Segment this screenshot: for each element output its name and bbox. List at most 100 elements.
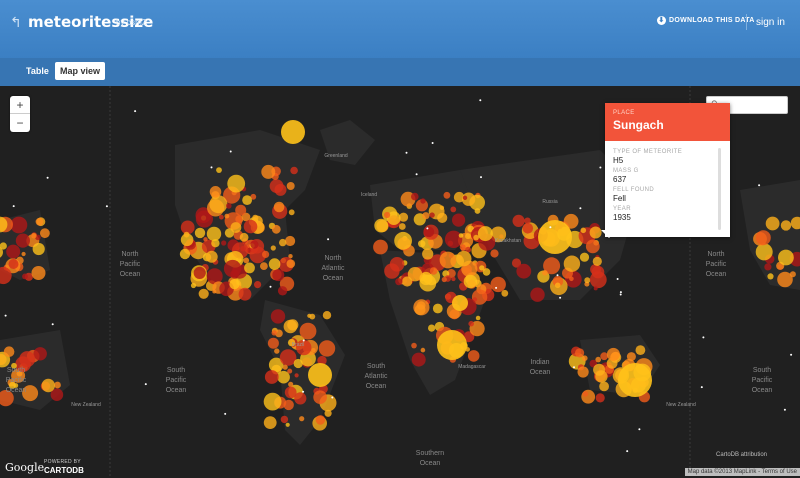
meteorite-marker[interactable] [235, 204, 247, 216]
meteorite-marker[interactable] [284, 386, 297, 399]
meteorite-marker[interactable] [194, 227, 206, 239]
sign-in-link[interactable]: sign in [756, 17, 785, 28]
meteorite-marker[interactable] [285, 422, 290, 427]
meteorite-marker[interactable] [584, 277, 591, 284]
meteorite-marker[interactable] [252, 214, 259, 221]
meteorite-marker[interactable] [193, 266, 206, 279]
meteorite-marker[interactable] [394, 231, 412, 250]
meteorite-marker-small[interactable] [495, 286, 498, 289]
meteorite-marker[interactable] [271, 330, 277, 336]
meteorite-marker[interactable] [582, 391, 589, 397]
tab-map-view[interactable]: Map view [55, 62, 105, 80]
meteorite-marker[interactable] [450, 206, 457, 213]
meteorite-marker[interactable] [422, 212, 430, 220]
meteorite-marker[interactable] [538, 220, 572, 254]
meteorite-marker-small[interactable] [224, 412, 227, 415]
meteorite-marker-small[interactable] [616, 278, 619, 280]
meteorite-marker[interactable] [229, 279, 240, 290]
meteorite-marker[interactable] [428, 324, 436, 332]
meteorite-marker[interactable] [407, 267, 423, 282]
meteorite-marker[interactable] [209, 186, 222, 198]
meteorite-marker[interactable] [501, 289, 509, 297]
meteorite-marker-small[interactable] [638, 428, 641, 431]
meteorite-marker[interactable] [373, 239, 388, 255]
meteorite-marker-small[interactable] [702, 336, 705, 339]
meteorite-marker[interactable] [203, 237, 208, 242]
author-byline[interactable]: by osm2 [116, 18, 146, 27]
meteorite-marker[interactable] [223, 259, 242, 278]
meteorite-marker[interactable] [432, 303, 443, 314]
meteorite-marker-small[interactable] [579, 207, 582, 210]
meteorite-marker-small[interactable] [51, 323, 54, 326]
meteorite-marker-small[interactable] [229, 150, 232, 153]
meteorite-marker-small[interactable] [700, 386, 703, 389]
meteorite-marker-small[interactable] [626, 450, 629, 453]
cartodb-attribution-link[interactable]: CartoDB attribution [716, 452, 767, 458]
meteorite-marker[interactable] [262, 250, 270, 258]
meteorite-marker-small[interactable] [426, 227, 429, 230]
meteorite-marker[interactable] [482, 268, 491, 276]
meteorite-marker[interactable] [589, 226, 602, 239]
meteorite-marker[interactable] [599, 381, 609, 392]
meteorite-marker[interactable] [395, 278, 403, 286]
meteorite-marker-small[interactable] [210, 166, 213, 169]
meteorite-marker[interactable] [198, 288, 209, 299]
meteorite-marker[interactable] [473, 234, 479, 241]
meteorite-marker[interactable] [437, 212, 448, 223]
meteorite-marker[interactable] [263, 416, 277, 429]
meteorite-marker[interactable] [780, 220, 792, 231]
meteorite-marker[interactable] [767, 273, 774, 280]
meteorite-marker[interactable] [474, 208, 481, 214]
meteorite-marker-small[interactable] [790, 353, 793, 356]
meteorite-marker-small[interactable] [46, 176, 49, 179]
meteorite-marker[interactable] [475, 315, 481, 321]
meteorite-marker[interactable] [755, 230, 771, 246]
meteorite-marker[interactable] [569, 276, 574, 282]
meteorite-marker[interactable] [206, 226, 222, 242]
meteorite-marker[interactable] [530, 287, 545, 302]
meteorite-marker[interactable] [0, 242, 7, 250]
meteorite-marker[interactable] [21, 251, 26, 257]
meteorite-marker[interactable] [280, 415, 289, 424]
meteorite-marker[interactable] [554, 282, 561, 289]
meteorite-marker[interactable] [459, 244, 466, 251]
meteorite-marker[interactable] [463, 274, 478, 289]
meteorite-marker[interactable] [765, 216, 780, 231]
meteorite-marker[interactable] [294, 373, 299, 378]
meteorite-marker[interactable] [516, 263, 532, 279]
meteorite-marker[interactable] [286, 259, 296, 269]
meteorite-marker[interactable] [309, 313, 316, 320]
meteorite-marker[interactable] [277, 286, 288, 296]
meteorite-marker[interactable] [755, 243, 773, 261]
meteorite-marker-small[interactable] [405, 151, 408, 154]
zoom-in-button[interactable]: + [10, 96, 30, 114]
meteorite-marker[interactable] [270, 309, 286, 324]
meteorite-marker[interactable] [451, 276, 456, 282]
meteorite-marker[interactable] [282, 364, 288, 370]
meteorite-marker-small[interactable] [431, 142, 434, 144]
meteorite-marker[interactable] [577, 366, 589, 378]
meteorite-marker[interactable] [411, 342, 417, 349]
meteorite-marker[interactable] [290, 166, 298, 175]
meteorite-marker[interactable] [579, 252, 590, 262]
meteorite-marker[interactable] [592, 256, 602, 266]
meteorite-marker[interactable] [411, 352, 426, 367]
meteorite-marker[interactable] [10, 216, 28, 234]
meteorite-marker[interactable] [452, 295, 468, 311]
meteorite-marker[interactable] [19, 351, 36, 368]
meteorite-marker[interactable] [274, 348, 280, 354]
meteorite-marker[interactable] [179, 248, 191, 260]
meteorite-marker[interactable] [439, 205, 445, 210]
tab-table[interactable]: Table [26, 66, 49, 76]
cartodb-logo[interactable]: CARTODB [44, 466, 84, 475]
meteorite-marker[interactable] [268, 258, 281, 270]
meteorite-marker-small[interactable] [302, 390, 305, 393]
meteorite-marker[interactable] [273, 201, 285, 213]
meteorite-marker[interactable] [595, 356, 601, 363]
meteorite-marker[interactable] [789, 271, 796, 278]
meteorite-marker[interactable] [582, 355, 588, 362]
meteorite-marker-small[interactable] [573, 366, 575, 369]
meteorite-marker[interactable] [299, 416, 305, 422]
meteorite-marker[interactable] [308, 363, 332, 387]
download-data-button[interactable]: ⬇ DOWNLOAD THIS DATA [657, 16, 755, 25]
